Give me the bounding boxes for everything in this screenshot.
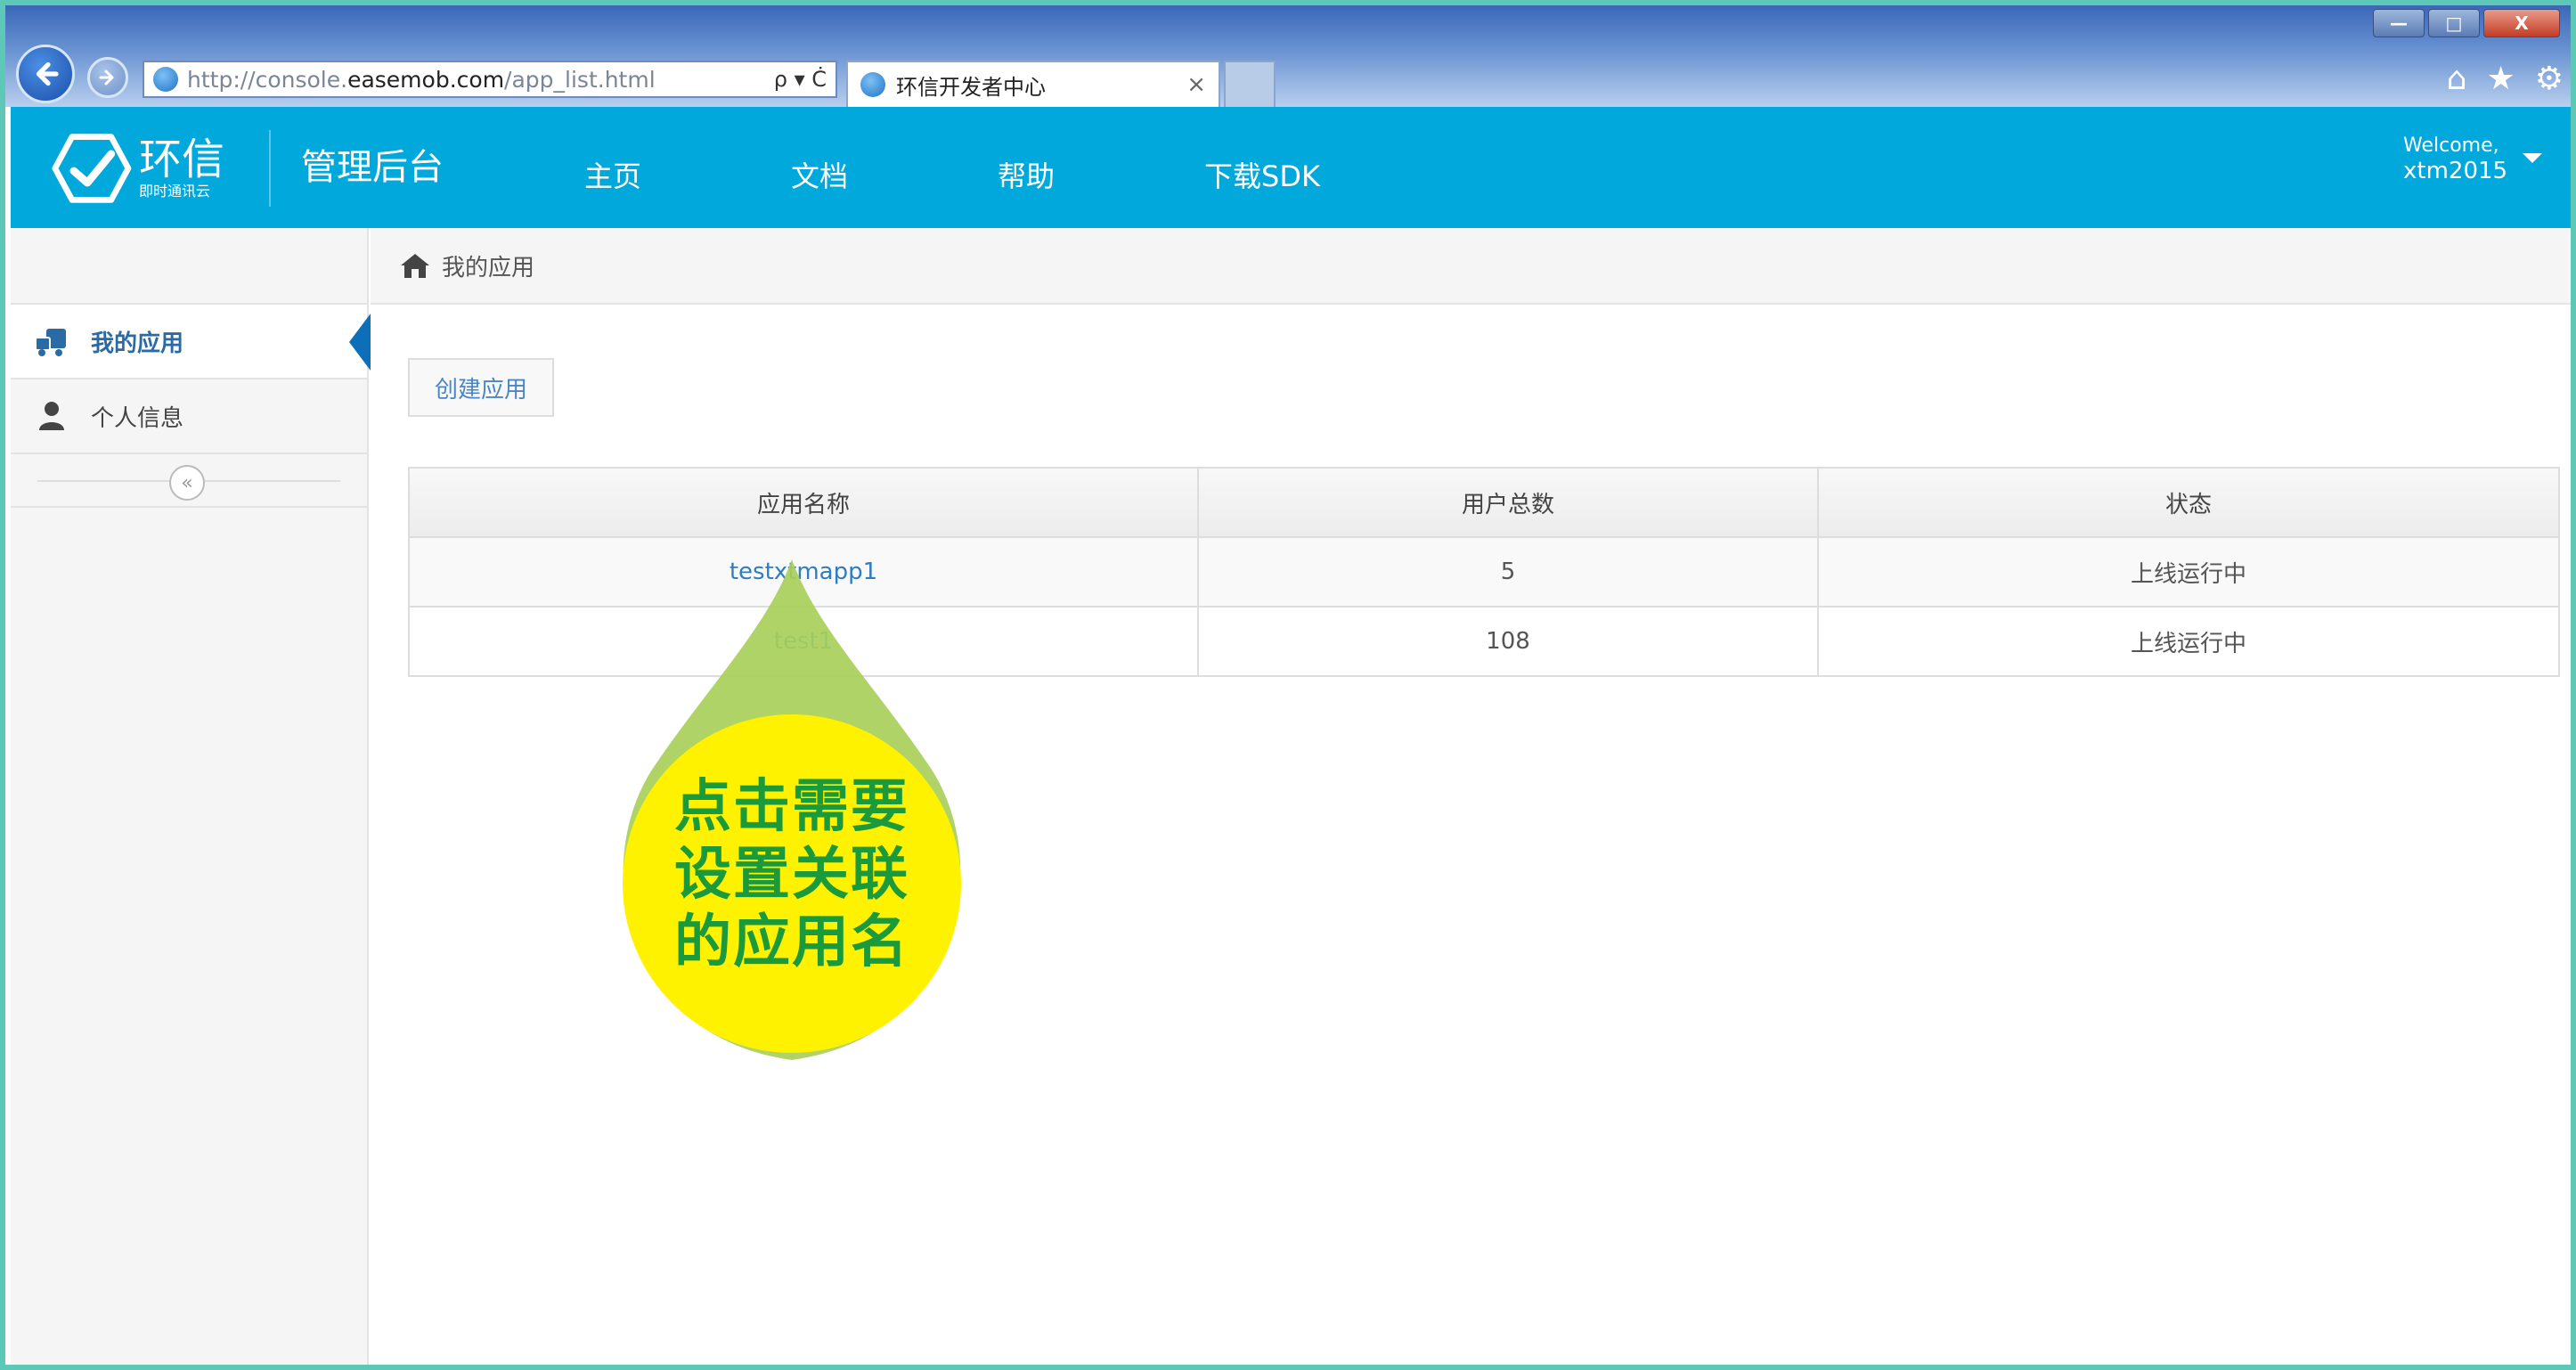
logo-subtitle: 即时通讯云 — [139, 183, 211, 200]
user-count-cell: 108 — [1197, 606, 1819, 677]
arrow-right-icon — [99, 69, 114, 86]
address-bar[interactable]: http://console.easemob.com/app_list.html… — [143, 61, 837, 98]
callout-line-1: 点击需要 — [674, 774, 909, 840]
column-header-user-count: 用户总数 — [1197, 467, 1819, 538]
collapse-sidebar-button[interactable]: « — [169, 465, 205, 501]
logo-title: 环信 — [139, 135, 225, 184]
caret-down-icon[interactable] — [2523, 153, 2542, 163]
forward-button[interactable] — [87, 57, 128, 98]
screenshot-frame: http://console.easemob.com/app_list.html… — [0, 0, 2576, 1370]
ie-page-icon — [153, 67, 178, 92]
callout-line-3: 的应用名 — [674, 909, 909, 975]
browser-tab[interactable]: 环信开发者中心 × — [846, 61, 1220, 107]
sidebar-item-label: 我的应用 — [91, 330, 184, 357]
header-divider — [269, 130, 271, 207]
username: xtm2015 — [2403, 158, 2508, 184]
sidebar: 我的应用 个人信息 « — [11, 228, 371, 1365]
back-button[interactable] — [16, 45, 75, 103]
callout-text: 点击需要 设置关联 的应用名 — [654, 773, 930, 976]
sidebar-header — [11, 228, 367, 305]
address-url: http://console.easemob.com/app_list.html — [187, 66, 656, 93]
sidebar-collapse-row: « — [11, 454, 367, 508]
column-header-status: 状态 — [1817, 467, 2560, 538]
sidebar-item-my-apps[interactable]: 我的应用 — [11, 305, 371, 379]
nav-help[interactable]: 帮助 — [998, 159, 1055, 194]
minimize-button[interactable]: — — [2373, 9, 2425, 37]
breadcrumb: 我的应用 — [371, 228, 2571, 305]
logo[interactable]: 环信 即时通讯云 — [46, 130, 242, 207]
status-cell: 上线运行中 — [1817, 606, 2560, 677]
nav-download-sdk[interactable]: 下载SDK — [1204, 159, 1320, 194]
app-header: 环信 即时通讯云 管理后台 主页 文档 帮助 下载SDK Welcome, xt… — [11, 107, 2571, 228]
settings-gear-icon[interactable]: ⚙ — [2535, 61, 2564, 97]
logo-hexagon-icon — [52, 134, 132, 203]
nav-home[interactable]: 主页 — [584, 159, 641, 194]
user-count-cell: 5 — [1197, 536, 1819, 608]
browser-chrome: http://console.easemob.com/app_list.html… — [5, 5, 2571, 107]
user-icon — [39, 402, 64, 430]
browser-toolbar: ⌂ ★ ⚙ — [2447, 61, 2571, 97]
admin-title: 管理后台 — [301, 147, 444, 188]
user-menu[interactable]: Welcome, xtm2015 — [2403, 134, 2507, 183]
column-header-app-name: 应用名称 — [408, 467, 1199, 538]
breadcrumb-current: 我的应用 — [442, 254, 535, 281]
welcome-label: Welcome, — [2403, 135, 2499, 157]
address-tools[interactable]: ρ ▾ Ċ — [774, 67, 827, 92]
home-browser-icon[interactable]: ⌂ — [2447, 61, 2467, 97]
new-tab-button[interactable] — [1224, 61, 1276, 107]
ie-tab-icon — [860, 72, 885, 97]
instruction-callout: 点击需要 设置关联 的应用名 — [611, 556, 973, 1064]
window-controls: — □ X — [2373, 9, 2560, 37]
status-cell: 上线运行中 — [1817, 536, 2560, 608]
nav-docs[interactable]: 文档 — [791, 159, 848, 194]
sidebar-item-profile[interactable]: 个人信息 — [11, 379, 367, 454]
tab-title: 环信开发者中心 — [896, 74, 1046, 100]
favorites-star-icon[interactable]: ★ — [2486, 61, 2515, 97]
close-window-button[interactable]: X — [2483, 9, 2560, 37]
sidebar-item-label: 个人信息 — [91, 404, 184, 432]
maximize-button[interactable]: □ — [2428, 9, 2480, 37]
apps-icon — [35, 329, 66, 356]
table-header-row: 应用名称 用户总数 状态 — [408, 467, 2560, 538]
callout-line-2: 设置关联 — [674, 842, 909, 908]
active-marker — [349, 314, 371, 371]
home-icon — [401, 254, 429, 278]
tab-close-button[interactable]: × — [1186, 71, 1206, 98]
arrow-left-icon — [36, 61, 59, 86]
create-app-button[interactable]: 创建应用 — [408, 358, 554, 417]
